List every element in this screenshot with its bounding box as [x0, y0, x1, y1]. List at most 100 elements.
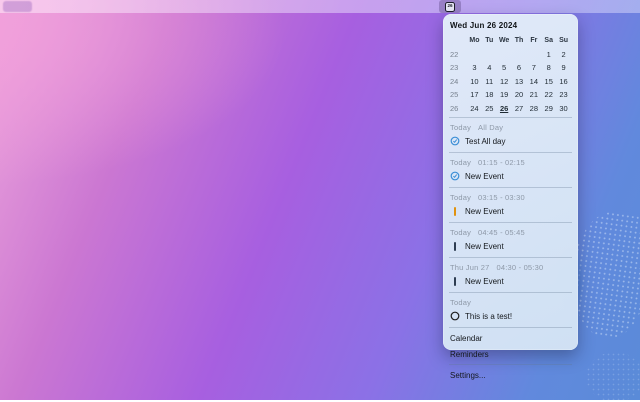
event-row[interactable]: Test All day — [450, 136, 571, 146]
date-cell[interactable]: 4 — [482, 61, 497, 75]
event-title: New Event — [465, 172, 504, 181]
event-group[interactable]: Today04:45 - 05:45 New Event — [443, 225, 578, 255]
event-header: Today04:45 - 05:45 — [450, 228, 571, 237]
date-cell[interactable]: 21 — [526, 88, 541, 102]
empty-date-cell — [526, 48, 541, 62]
day-header-tu: Tu — [482, 34, 497, 48]
event-group[interactable]: TodayAll Day Test All day — [443, 120, 578, 150]
week-number: 26 — [450, 102, 467, 116]
event-time-label: 04:30 - 05:30 — [497, 263, 544, 272]
event-check-icon — [450, 171, 460, 181]
menubar-calendar-status-item[interactable]: 26 — [439, 0, 461, 13]
event-time-label: 01:15 - 02:15 — [478, 158, 525, 167]
calendar-grid: MoTuWeThFrSaSu22122334567892410111213141… — [443, 34, 578, 115]
event-date-label: Today — [450, 158, 471, 167]
event-time-label: 03:15 - 03:30 — [478, 193, 525, 202]
event-group[interactable]: Today 01:15 - 02:15 New Event — [443, 155, 578, 185]
events-list: TodayAll DayTest All dayToday01:15 - 02:… — [443, 120, 578, 325]
event-date-label: Today — [450, 193, 471, 202]
event-title: New Event — [465, 242, 504, 251]
divider — [449, 222, 572, 223]
empty-date-cell — [497, 48, 512, 62]
date-cell[interactable]: 28 — [526, 102, 541, 116]
event-row[interactable]: This is a test! — [450, 311, 571, 321]
date-cell[interactable]: 22 — [541, 88, 556, 102]
date-cell[interactable]: 17 — [467, 88, 482, 102]
date-cell[interactable]: 20 — [512, 88, 527, 102]
event-title: Test All day — [465, 137, 505, 146]
event-title: New Event — [465, 277, 504, 286]
event-check-icon — [450, 136, 460, 146]
date-cell[interactable]: 25 — [482, 102, 497, 116]
desktop-wallpaper: 26 Wed Jun 26 2024 MoTuWeThFrSaSu2212233… — [0, 0, 640, 400]
date-cell[interactable]: 6 — [512, 61, 527, 75]
event-row[interactable]: New Event — [450, 206, 571, 216]
date-cell[interactable]: 19 — [497, 88, 512, 102]
calendar-icon-day: 26 — [447, 4, 452, 9]
event-row[interactable]: New Event — [450, 276, 571, 286]
calendar-icon: 26 — [445, 2, 455, 12]
date-cell[interactable]: 3 — [467, 61, 482, 75]
date-cell[interactable]: 2 — [556, 48, 571, 62]
date-cell[interactable]: 13 — [512, 75, 527, 89]
date-cell[interactable]: 9 — [556, 61, 571, 75]
popover-date-header: Wed Jun 26 2024 — [443, 19, 578, 34]
calendar-color-bar-icon — [450, 206, 460, 216]
event-date-label: Today — [450, 298, 471, 307]
menubar-left-highlight — [3, 1, 32, 12]
date-cell[interactable]: 5 — [497, 61, 512, 75]
event-date-label: Today — [450, 228, 471, 237]
date-cell[interactable]: 27 — [512, 102, 527, 116]
divider — [449, 257, 572, 258]
menu-item-calendar[interactable]: Calendar — [443, 330, 578, 346]
event-time-label: All Day — [478, 123, 503, 132]
day-header-we: We — [497, 34, 512, 48]
date-cell[interactable]: 30 — [556, 102, 571, 116]
dotted-map-decoration-small — [586, 352, 640, 402]
week-number: 24 — [450, 75, 467, 89]
empty-date-cell — [467, 48, 482, 62]
event-group[interactable]: Thu Jun 27 04:30 - 05:30 New Event — [443, 260, 578, 290]
calendar-popover: Wed Jun 26 2024 MoTuWeThFrSaSu2212233456… — [443, 14, 578, 350]
date-cell[interactable]: 7 — [526, 61, 541, 75]
date-cell[interactable]: 29 — [541, 102, 556, 116]
week-number: 25 — [450, 88, 467, 102]
empty-date-cell — [482, 48, 497, 62]
event-group[interactable]: Today This is a test! — [443, 295, 578, 325]
menu-item-reminders[interactable]: Reminders — [443, 346, 578, 362]
calendar-color-bar-icon — [450, 276, 460, 286]
menu-item-settings[interactable]: Settings... — [443, 367, 578, 383]
week-column-spacer — [450, 34, 467, 48]
event-group[interactable]: Today 03:15 - 03:30 New Event — [443, 190, 578, 220]
event-header: TodayAll Day — [450, 123, 571, 132]
week-number: 23 — [450, 61, 467, 75]
date-cell[interactable]: 26 — [497, 102, 512, 116]
event-title: New Event — [465, 207, 504, 216]
event-title: This is a test! — [465, 312, 512, 321]
date-cell[interactable]: 15 — [541, 75, 556, 89]
divider — [449, 364, 572, 365]
date-cell[interactable]: 10 — [467, 75, 482, 89]
day-header-th: Th — [512, 34, 527, 48]
day-header-sa: Sa — [541, 34, 556, 48]
date-cell[interactable]: 16 — [556, 75, 571, 89]
event-date-label: Thu Jun 27 — [450, 263, 490, 272]
date-cell[interactable]: 18 — [482, 88, 497, 102]
date-cell[interactable]: 12 — [497, 75, 512, 89]
date-cell[interactable]: 8 — [541, 61, 556, 75]
event-row[interactable]: New Event — [450, 241, 571, 251]
date-cell[interactable]: 14 — [526, 75, 541, 89]
date-cell[interactable]: 24 — [467, 102, 482, 116]
reminder-circle-icon — [450, 311, 460, 321]
date-cell[interactable]: 1 — [541, 48, 556, 62]
date-cell[interactable]: 23 — [556, 88, 571, 102]
event-header: Thu Jun 27 04:30 - 05:30 — [450, 263, 571, 272]
day-header-su: Su — [556, 34, 571, 48]
date-cell[interactable]: 11 — [482, 75, 497, 89]
menubar: 26 — [0, 0, 640, 13]
divider — [449, 327, 572, 328]
popover-footer-menu: CalendarReminders Settings... — [443, 325, 578, 383]
divider — [449, 117, 572, 118]
event-row[interactable]: New Event — [450, 171, 571, 181]
event-header: Today 01:15 - 02:15 — [450, 158, 571, 167]
